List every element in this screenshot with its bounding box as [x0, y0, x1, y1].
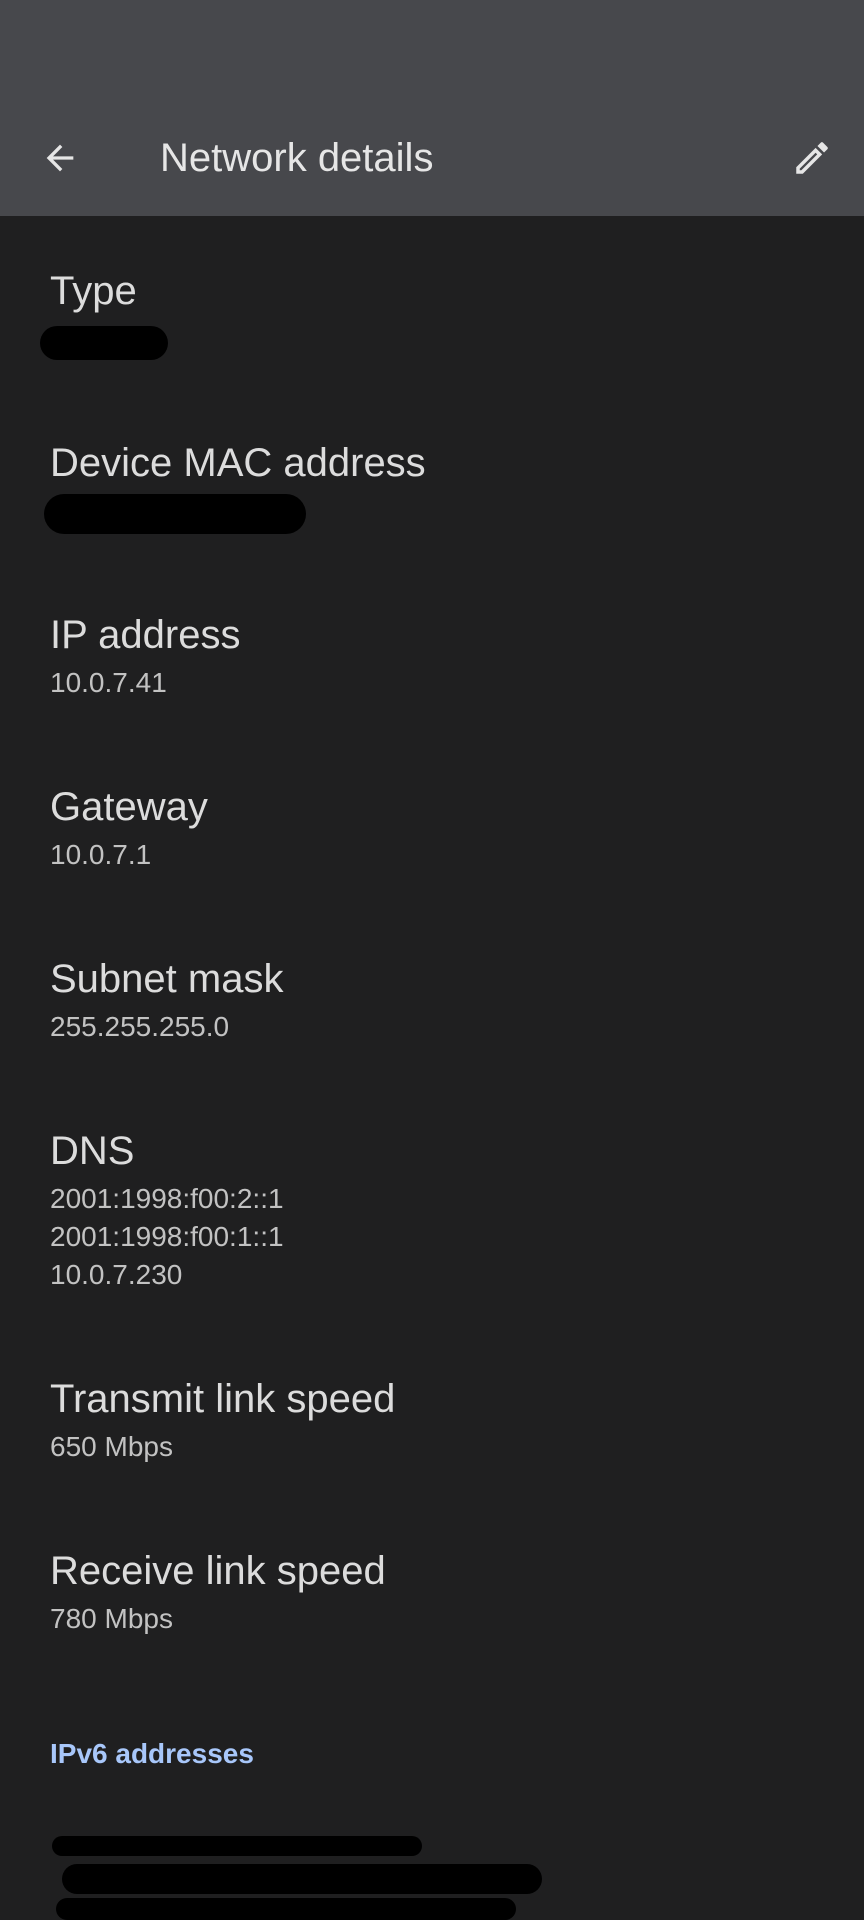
detail-receive-link-speed: Receive link speed 780 Mbps [50, 1546, 830, 1638]
detail-label: Transmit link speed [50, 1377, 396, 1421]
detail-value: 255.255.255.0 [50, 1011, 230, 1042]
detail-label: Subnet mask [50, 957, 284, 1001]
back-button[interactable] [28, 128, 92, 188]
page-title: Network details [160, 136, 434, 180]
detail-label: Receive link speed [50, 1549, 386, 1593]
detail-label: IP address [50, 613, 241, 657]
detail-ip-address: IP address 10.0.7.41 [50, 610, 830, 702]
detail-value: 780 Mbps [50, 1603, 173, 1634]
redaction-mark [52, 1836, 422, 1856]
detail-value: 2001:1998:f00:2::1 2001:1998:f00:1::1 10… [50, 1183, 284, 1290]
detail-label: Type [50, 269, 137, 313]
detail-value: 10.0.7.41 [50, 667, 167, 698]
detail-gateway: Gateway 10.0.7.1 [50, 782, 830, 874]
detail-device-mac-address: Device MAC address [50, 438, 830, 492]
detail-label: DNS [50, 1129, 135, 1173]
edit-button[interactable] [780, 128, 844, 188]
pencil-icon [796, 142, 828, 174]
redaction-mark [40, 326, 168, 360]
detail-type: Type [50, 266, 830, 320]
detail-value: 650 Mbps [50, 1431, 173, 1462]
detail-transmit-link-speed: Transmit link speed 650 Mbps [50, 1374, 830, 1466]
detail-label: Device MAC address [50, 441, 426, 485]
redaction-mark [56, 1898, 516, 1920]
detail-dns: DNS 2001:1998:f00:2::1 2001:1998:f00:1::… [50, 1126, 830, 1294]
detail-label: Gateway [50, 785, 208, 829]
app-bar: Network details [0, 0, 864, 216]
redaction-mark [62, 1864, 542, 1894]
arrow-left-icon [46, 144, 74, 172]
detail-value: 10.0.7.1 [50, 839, 152, 870]
detail-subnet-mask: Subnet mask 255.255.255.0 [50, 954, 830, 1046]
redaction-mark [44, 494, 306, 534]
ipv6-section-header: IPv6 addresses [50, 1738, 254, 1769]
